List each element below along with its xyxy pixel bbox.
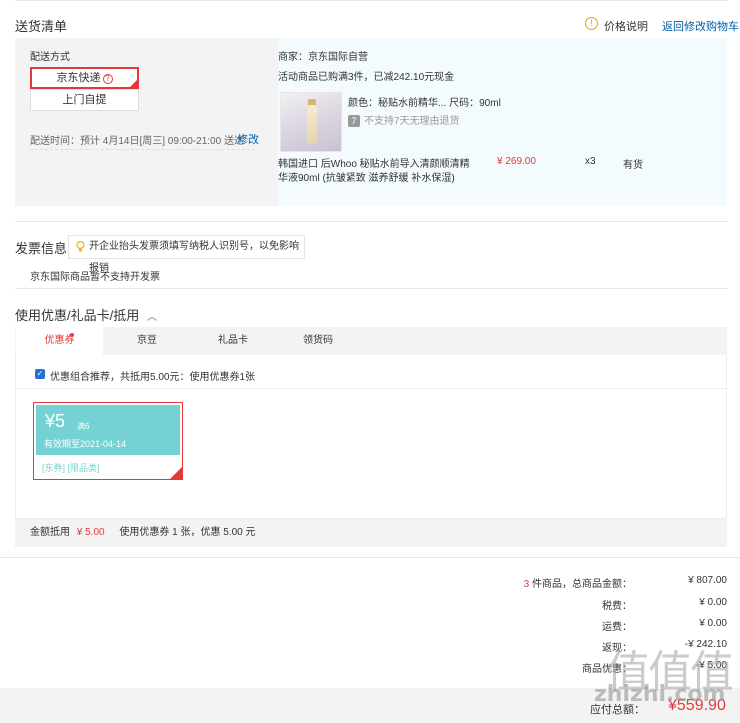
invoice-note: 京东国际商品暂不支持开发票 [30,272,160,283]
delivery-divider [30,149,255,150]
new-dot-icon [70,333,74,337]
invoice-title: 发票信息 [15,241,68,256]
merchant-section: 商家：京东国际自营 活动商品已购满3件，已减242.10元现金 颜色：秘贴水前精… [278,38,727,206]
coupon-condition: 满6 [77,422,90,431]
coupon-expiry: 有效期至2021-04-14 [44,439,127,449]
coupon-card[interactable]: ¥5 满6 有效期至2021-04-14 [东券] [限品类] [33,402,183,480]
delivery-time-label: 配送时间： [30,136,80,147]
tab-jd-beans[interactable]: 京豆 [107,327,187,355]
recommend-checkbox[interactable]: ✓ [35,369,45,379]
coupon-type: [东券] [限品类] [42,463,100,473]
tax-value: ¥ 0.00 [699,597,727,608]
section-divider [15,221,727,222]
tab-coupons[interactable]: 优惠券 [16,327,103,355]
watermark-text: zhizhi.com [594,682,726,707]
recommend-text: 优惠组合推荐，共抵用5.00元：使用优惠券1张 [50,372,256,383]
no-return-text: 不支持7天无理由退货 [364,116,460,127]
option-pickup-button[interactable]: 上门自提 [30,89,139,111]
coupon-tabs: 优惠券 京豆 礼品卡 领货码 [15,327,727,355]
delivery-section: 配送方式 京东快递? 上门自提 配送时间：预计 4月14日[周三] 09:00-… [15,38,727,206]
modify-time-link[interactable]: 修改 [237,131,259,147]
freight-value: ¥ 0.00 [699,618,727,629]
shipping-list-title: 送货清单 [15,19,68,34]
lightbulb-icon [76,241,85,252]
product-name-line-2[interactable]: 华液90ml (抗皱紧致 滋养舒缓 补水保湿) [278,169,455,184]
tab-pickup-code[interactable]: 领货码 [278,327,358,355]
delivery-method-label: 配送方式 [30,52,70,63]
coupon-summary-label: 金额抵用 [30,527,70,538]
total-items-value: ¥ 807.00 [688,575,727,586]
product-image[interactable] [280,92,342,152]
product-price: ¥ 269.00 [497,156,536,167]
total-items-text: 件商品，总商品金额： [532,579,632,590]
back-to-cart-link[interactable]: 返回修改购物车 [662,18,739,34]
delivery-time: 配送时间：预计 4月14日[周三] 09:00-21:00 送达 [30,132,244,147]
delivery-time-value: 预计 4月14日[周三] 09:00-21:00 送达 [80,136,244,147]
freight-label: 运费： [602,622,632,633]
bottle-shape [307,105,317,143]
coupons-title: 使用优惠/礼品卡/抵用 [15,308,140,323]
coupon-amount: ¥5 [45,411,66,431]
coupons-toggle[interactable]: 使用优惠/礼品卡/抵用 ︿ [15,305,157,324]
product-name-line-1[interactable]: 韩国进口 后Whoo 秘贴水前导入清颜顺清精 [278,155,470,170]
top-divider [15,0,727,1]
panel-divider [16,388,726,389]
help-icon[interactable]: ? [102,74,113,84]
option-jd-express-button[interactable]: 京东快递? [30,67,139,89]
price-note-link[interactable]: 价格说明 [604,18,648,34]
merchant-name: 商家：京东国际自营 [278,52,368,63]
total-items-label: 3 件商品，总商品金额： [524,575,632,590]
tax-label: 税费： [602,601,632,612]
selected-corner-icon [129,79,138,88]
product-qty: x3 [585,156,596,167]
option-jd-label: 京东快递 [56,72,101,84]
coupon-selected-corner-icon [170,467,182,479]
chevron-up-icon: ︿ [146,312,157,323]
total-items-count: 3 [523,579,530,590]
tab-gift-card[interactable]: 礼品卡 [193,327,273,355]
coupon-summary-amount: ¥ 5.00 [76,527,105,538]
no-return-icon: 7 [348,115,360,128]
promo-text: 活动商品已购满3件，已减242.10元现金 [278,72,455,83]
invoice-tip: 开企业抬头发票须填写纳税人识别号，以免影响报销 [68,235,305,274]
product-spec: 颜色：秘贴水前精华... 尺码：90ml [348,98,501,109]
section-divider [15,288,727,289]
totals-divider [0,557,740,558]
no-return-note: 7 不支持7天无理由退货 [348,112,460,128]
info-icon: ! [585,17,598,30]
coupon-header: ¥5 满6 有效期至2021-04-14 [36,405,180,455]
coupon-summary: 金额抵用 ¥ 5.00 使用优惠券 1 张，优惠 5.00 元 [15,519,727,547]
stock-status: 有货 [623,160,643,171]
coupon-summary-detail: 使用优惠券 1 张，优惠 5.00 元 [119,527,256,538]
